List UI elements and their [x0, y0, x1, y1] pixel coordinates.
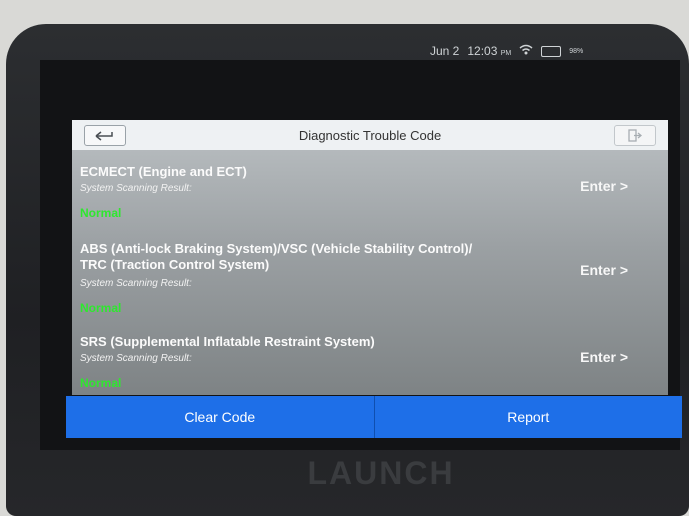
enter-button[interactable]: Enter > [580, 349, 628, 365]
status-normal: Normal [80, 301, 122, 315]
clear-code-button[interactable]: Clear Code [66, 396, 375, 438]
status-date: Jun 2 [430, 44, 460, 58]
scan-result-label: System Scanning Result: [80, 278, 192, 289]
title-bar: Diagnostic Trouble Code [72, 120, 668, 151]
report-button[interactable]: Report [374, 396, 682, 438]
scan-result-label: System Scanning Result: [80, 353, 192, 364]
system-name-line1: ABS (Anti-lock Braking System)/VSC (Vehi… [80, 241, 473, 256]
system-name-line2: TRC (Traction Control System) [80, 257, 270, 272]
page-title: Diagnostic Trouble Code [298, 127, 442, 143]
exit-button[interactable] [614, 125, 656, 146]
status-time: 12:03 PM [467, 44, 512, 58]
system-name: ECMECT (Engine and ECT) [80, 164, 247, 179]
brand-logo: LAUNCH [307, 455, 455, 491]
status-bar: Jun 2 12:03 PM 98% [430, 40, 583, 62]
system-row-ecmect[interactable]: ECMECT (Engine and ECT) System Scanning … [72, 150, 668, 222]
back-arrow-icon [95, 130, 113, 141]
battery-percent: 98% [569, 47, 584, 55]
enter-button[interactable]: Enter > [580, 262, 628, 278]
back-button[interactable] [84, 125, 126, 146]
enter-button[interactable]: Enter > [580, 178, 628, 194]
bottom-button-bar: Clear Code Report [66, 396, 682, 438]
system-row-abs[interactable]: ABS (Anti-lock Braking System)/VSC (Vehi… [72, 235, 668, 320]
system-list: ECMECT (Engine and ECT) System Scanning … [72, 150, 668, 395]
system-name: SRS (Supplemental Inflatable Restraint S… [80, 334, 375, 349]
exit-icon [628, 129, 642, 142]
status-normal: Normal [80, 376, 122, 390]
scan-result-label: System Scanning Result: [80, 183, 192, 194]
wifi-icon [519, 44, 533, 58]
battery-icon [541, 45, 562, 57]
status-normal: Normal [80, 206, 122, 220]
system-row-srs[interactable]: SRS (Supplemental Inflatable Restraint S… [72, 328, 668, 395]
